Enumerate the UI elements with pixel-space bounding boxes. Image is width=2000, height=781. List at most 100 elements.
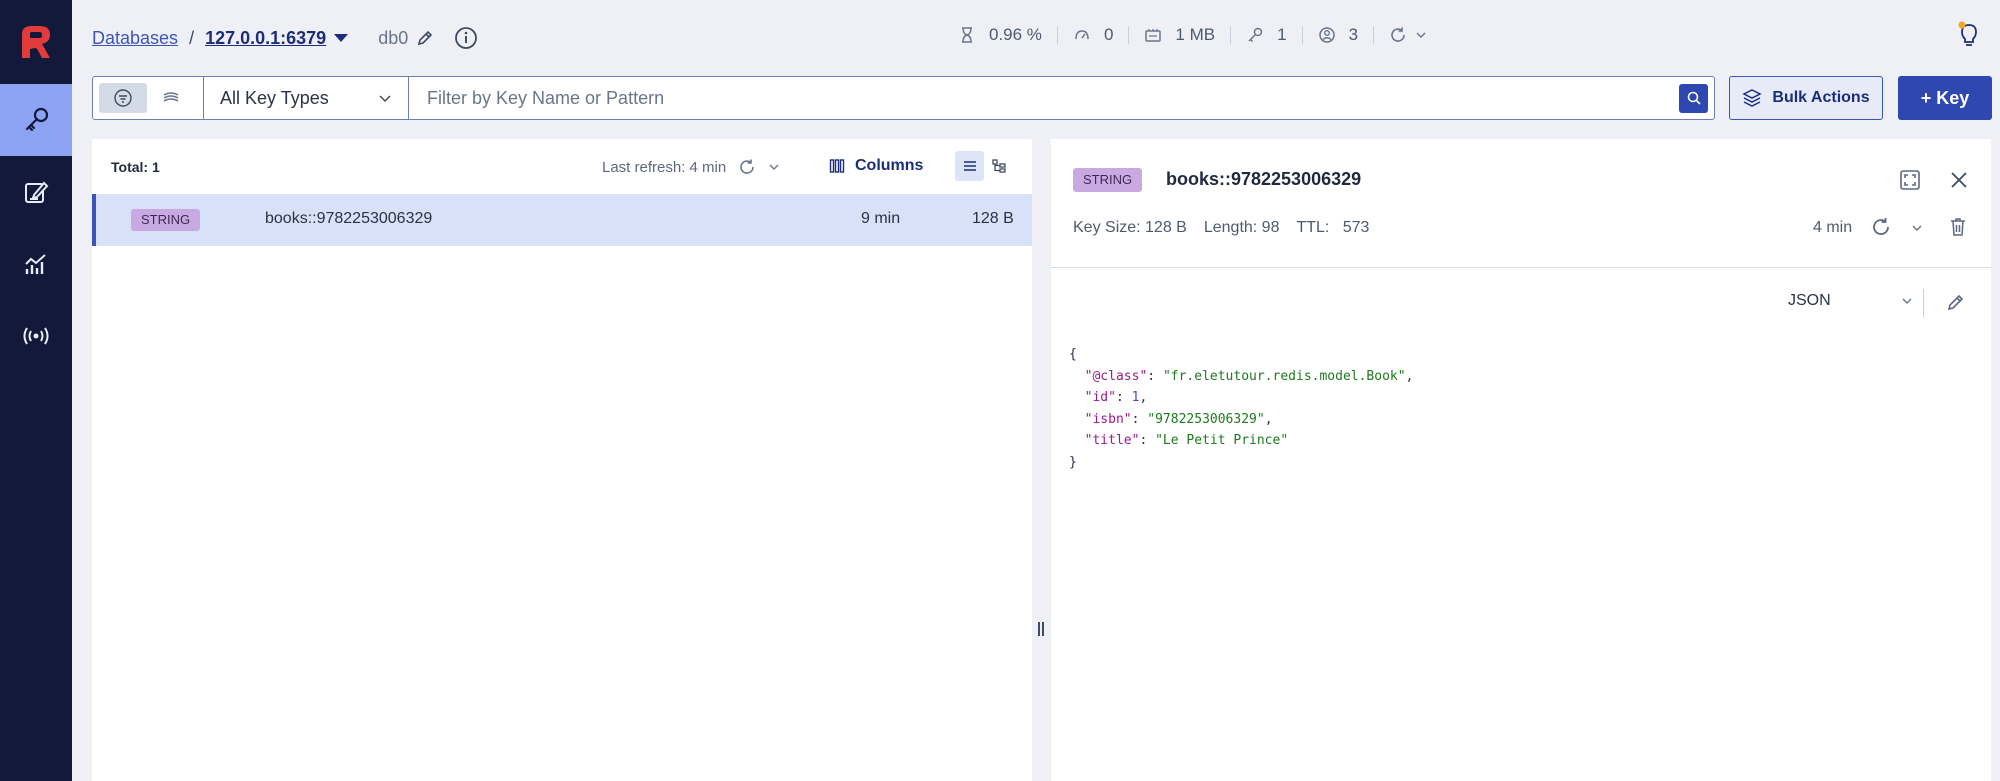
json-string: "9782253006329"	[1147, 411, 1265, 427]
length-info: Length: 98	[1203, 219, 1280, 236]
key-type-select[interactable]: All Key Types	[204, 77, 409, 119]
stat-ops: 0	[1073, 25, 1113, 45]
info-icon[interactable]	[454, 26, 478, 50]
columns-label: Columns	[855, 157, 924, 174]
chevron-down-icon[interactable]	[1911, 222, 1923, 234]
edit-icon	[25, 181, 49, 203]
tree-view-button[interactable]	[984, 151, 1013, 181]
details-key-name[interactable]: books::9782253006329	[1166, 169, 1361, 190]
json-key: "title"	[1084, 433, 1140, 448]
key-ttl: 9 min	[861, 210, 901, 227]
breadcrumb: Databases / 127.0.0.1:6379 db0	[92, 26, 478, 50]
sidebar-item-workbench[interactable]	[0, 156, 72, 228]
cpu-value: 0.96 %	[989, 25, 1042, 44]
hourglass-icon	[962, 27, 972, 43]
add-key-button[interactable]: + Key	[1898, 76, 1992, 120]
stat-refresh[interactable]	[1389, 26, 1427, 44]
breadcrumb-separator: /	[189, 27, 195, 48]
list-view-toggle	[955, 151, 1013, 181]
top-header: Databases / 127.0.0.1:6379 db0 0.96 % 0 …	[72, 0, 2000, 74]
key-type-value: All Key Types	[220, 87, 329, 108]
json-number: 1	[1131, 390, 1140, 405]
key-icon	[25, 107, 49, 132]
layers-search-icon	[163, 92, 179, 102]
chevron-down-icon[interactable]	[768, 161, 780, 173]
json-key: "isbn"	[1084, 411, 1132, 427]
refresh-icon[interactable]	[1389, 26, 1407, 44]
keys-value: 1	[1277, 25, 1287, 44]
database-host-link[interactable]: 127.0.0.1:6379	[205, 28, 326, 49]
stat-divider	[1301, 26, 1303, 44]
details-refresh-age: 4 min	[1813, 219, 1853, 236]
refresh-icon[interactable]	[1870, 216, 1892, 238]
bulk-actions-label: Bulk Actions	[1772, 89, 1870, 106]
list-view-button[interactable]	[955, 151, 984, 181]
lightbulb-icon[interactable]	[1954, 20, 1984, 50]
search-input[interactable]	[427, 87, 1679, 109]
pencil-icon[interactable]	[1946, 292, 1966, 312]
stat-cpu: 0.96 %	[958, 25, 1042, 45]
sidebar-item-browser[interactable]	[0, 84, 72, 156]
last-refresh: Last refresh: 4 min	[602, 158, 780, 176]
toolbar-divider	[1923, 289, 1924, 317]
stat-keys: 1	[1246, 25, 1287, 45]
search-icon	[1687, 91, 1701, 105]
search-button[interactable]	[1679, 83, 1708, 113]
memory-icon	[1145, 29, 1162, 42]
filter-mode-button[interactable]	[99, 83, 147, 113]
json-string: "fr.eletutour.redis.model.Book"	[1162, 368, 1406, 384]
key-details-panel: STRING books::9782253006329 Key Size: 12…	[1051, 139, 1991, 781]
chevron-down-icon[interactable]	[1415, 29, 1427, 41]
stat-divider	[1056, 26, 1058, 44]
gauge-icon	[1075, 30, 1089, 40]
search-area	[409, 77, 1714, 119]
json-value-viewer[interactable]: { "@class": "fr.eletutour.redis.model.Bo…	[1069, 344, 1413, 473]
stat-divider	[1373, 26, 1375, 44]
vector-search-button[interactable]	[147, 83, 195, 113]
pencil-icon[interactable]	[416, 29, 434, 47]
json-string: "Le Petit Prince"	[1155, 433, 1289, 448]
fullscreen-icon[interactable]	[1898, 168, 1922, 192]
type-badge: STRING	[131, 209, 201, 231]
ttl-info[interactable]: TTL: 573	[1296, 219, 1369, 237]
key-list-panel: Total: 1 Last refresh: 4 min Columns STR…	[92, 139, 1032, 781]
columns-button[interactable]: Columns	[829, 157, 923, 175]
columns-icon	[829, 159, 845, 173]
close-icon[interactable]	[1947, 168, 1971, 192]
databases-link[interactable]: Databases	[92, 28, 178, 49]
stack-icon	[1742, 89, 1763, 107]
key-small-icon	[1248, 27, 1263, 43]
json-key: "@class"	[1084, 368, 1148, 384]
ttl-label: TTL:	[1296, 219, 1330, 236]
key-size: 128 B	[972, 210, 1014, 227]
host-caret-down-icon[interactable]	[334, 34, 349, 42]
format-select[interactable]: JSON	[1788, 292, 1913, 310]
ops-value: 0	[1103, 25, 1114, 44]
trash-icon[interactable]	[1947, 216, 1969, 238]
ttl-value: 573	[1342, 219, 1370, 236]
chevron-down-icon	[379, 95, 391, 103]
sidebar-item-analysis[interactable]	[0, 228, 72, 300]
tree-icon	[991, 159, 1006, 173]
redis-logo-icon[interactable]	[14, 20, 58, 64]
key-name: books::9782253006329	[265, 210, 433, 227]
stat-divider	[1128, 26, 1130, 44]
refresh-icon[interactable]	[738, 158, 756, 176]
stat-clients: 3	[1318, 25, 1358, 45]
sidebar-item-pubsub[interactable]	[0, 300, 72, 372]
last-refresh-label: Last refresh: 4 min	[602, 158, 727, 176]
panel-resize-handle[interactable]	[1038, 622, 1046, 640]
filter-icon	[114, 89, 132, 107]
bulk-actions-button[interactable]: Bulk Actions	[1729, 76, 1883, 120]
key-list-header: Total: 1 Last refresh: 4 min Columns	[92, 139, 1032, 194]
table-row[interactable]: STRING books::9782253006329 9 min 128 B	[92, 194, 1032, 246]
type-badge: STRING	[1073, 168, 1143, 192]
db-name: db0	[378, 27, 409, 48]
analytics-icon	[25, 254, 46, 274]
list-icon	[963, 161, 976, 171]
stat-divider	[1230, 26, 1232, 44]
chevron-down-icon	[1902, 298, 1912, 304]
format-value: JSON	[1788, 292, 1831, 309]
database-stats: 0.96 % 0 1 MB 1 3	[958, 25, 1427, 45]
stat-memory: 1 MB	[1144, 25, 1215, 45]
